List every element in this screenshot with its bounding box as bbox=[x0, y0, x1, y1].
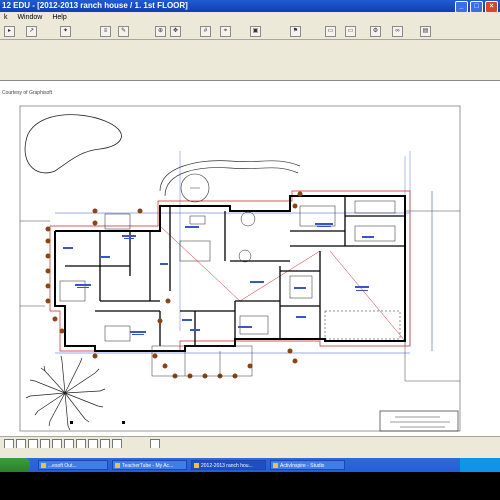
link-icon[interactable]: ∞ bbox=[392, 26, 403, 37]
snap-icon[interactable]: ⌖ bbox=[220, 26, 231, 37]
taskbar-item-teachertube[interactable]: TeacherTube - My Ac... bbox=[112, 460, 187, 470]
window2-icon[interactable]: ▭ bbox=[345, 26, 356, 37]
exterior-walls bbox=[54, 195, 406, 352]
filter-icon[interactable]: ⚑ bbox=[290, 26, 301, 37]
windows-taskbar: ...esoft Out... TeacherTube - My Ac... 2… bbox=[0, 458, 500, 472]
status-bar bbox=[0, 448, 500, 458]
room-labels bbox=[63, 223, 374, 335]
view-icon[interactable]: ▣ bbox=[250, 26, 261, 37]
floor-plan bbox=[19, 105, 461, 432]
pan-icon[interactable]: ✥ bbox=[170, 26, 181, 37]
start-button[interactable] bbox=[0, 458, 30, 472]
zoom-icon[interactable]: ⊕ bbox=[155, 26, 166, 37]
screen-border bbox=[0, 472, 500, 500]
main-toolbar: ▸ ↗ ✦ ≡ ✎ ⊕ ✥ # ⌖ ▣ ⚑ ▭ ▭ ⚙ ∞ ▤ bbox=[0, 23, 500, 40]
window-icon[interactable]: ▭ bbox=[325, 26, 336, 37]
plot-icon[interactable]: ▤ bbox=[420, 26, 431, 37]
window-title: 12 EDU - [2012-2013 ranch house / 1. 1st… bbox=[2, 1, 188, 10]
taskbar-item-archicad[interactable]: 2012-2013 ranch hou... bbox=[191, 460, 266, 470]
pool-outline bbox=[24, 114, 122, 174]
drawing-canvas[interactable] bbox=[0, 80, 500, 437]
system-tray bbox=[460, 458, 500, 472]
settings-icon[interactable]: ⚙ bbox=[370, 26, 381, 37]
pen-icon[interactable]: ✎ bbox=[118, 26, 129, 37]
courtesy-label: Courtesy of Graphisoft bbox=[2, 90, 53, 96]
taskbar-item-activinspire[interactable]: ActivInspire - Studio bbox=[270, 460, 345, 470]
grid-icon[interactable]: # bbox=[200, 26, 211, 37]
tree-symbol bbox=[25, 355, 106, 431]
info-box-area bbox=[0, 40, 500, 80]
menu-item-tools[interactable]: k bbox=[4, 14, 8, 21]
pointer-icon[interactable]: ▸ bbox=[4, 26, 15, 37]
interior-walls bbox=[65, 196, 405, 346]
menu-item-window[interactable]: Window bbox=[17, 14, 42, 21]
furniture bbox=[59, 200, 401, 342]
sheet-border bbox=[19, 105, 461, 432]
menu-item-help[interactable]: Help bbox=[52, 14, 66, 21]
window-titlebar: 12 EDU - [2012-2013 ranch house / 1. 1st… bbox=[0, 0, 500, 13]
menubar: k Window Help bbox=[0, 12, 500, 23]
layer-icon[interactable]: ≡ bbox=[100, 26, 111, 37]
title-block bbox=[379, 410, 459, 432]
magic-wand-icon[interactable]: ✦ bbox=[60, 26, 71, 37]
taskbar-item-outlook[interactable]: ...esoft Out... bbox=[38, 460, 108, 470]
arrow-icon[interactable]: ↗ bbox=[26, 26, 37, 37]
roof-outline bbox=[49, 190, 411, 352]
